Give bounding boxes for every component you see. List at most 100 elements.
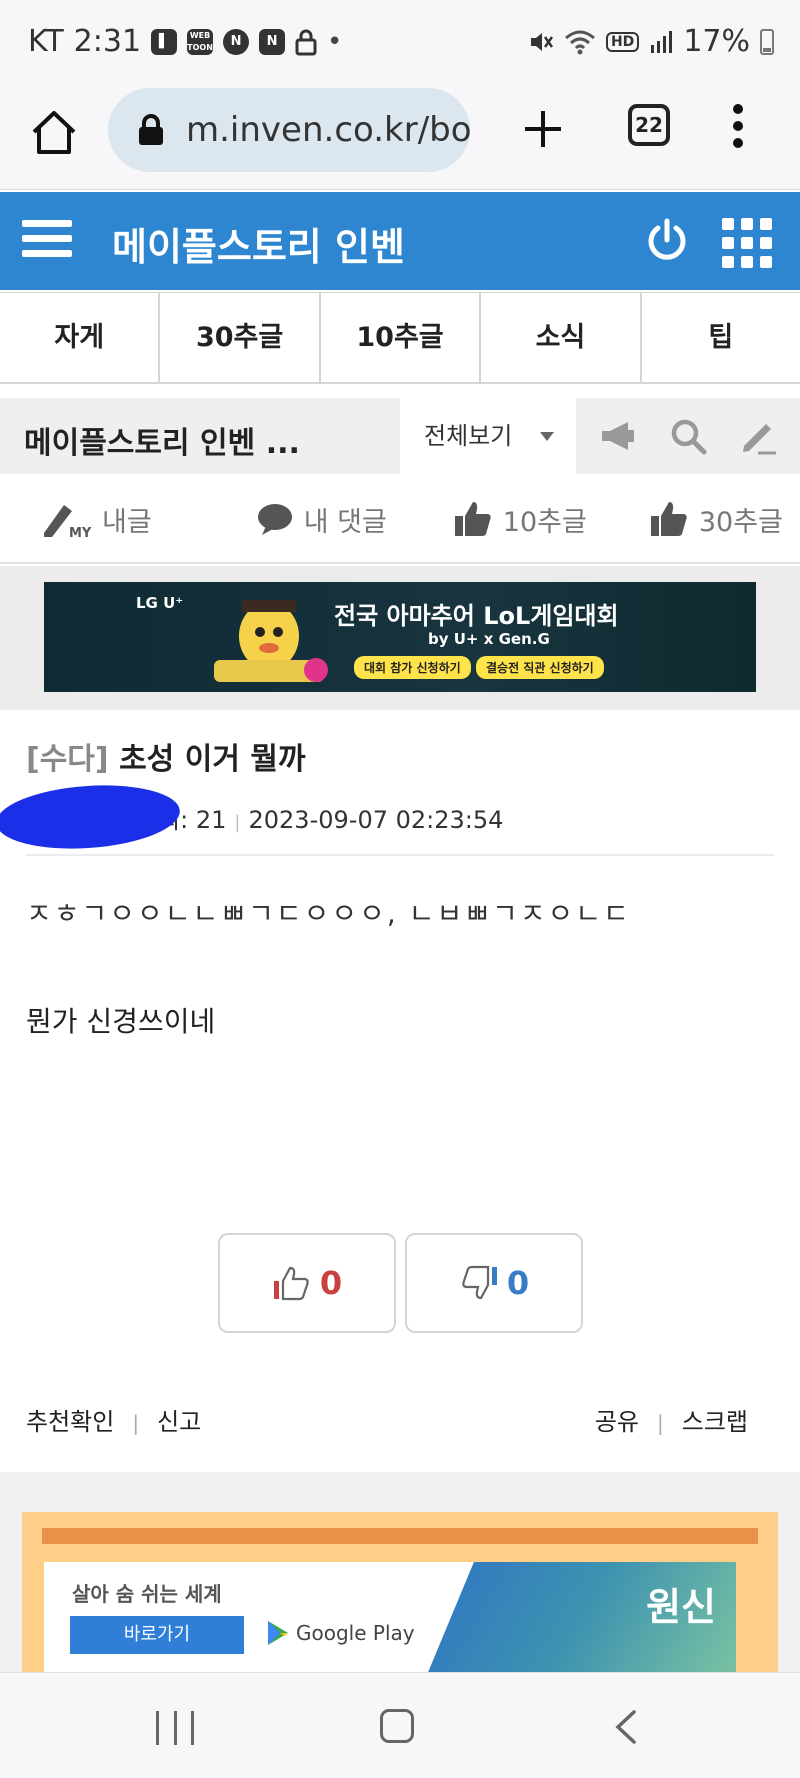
back-icon[interactable]	[610, 1709, 640, 1745]
ad-stripe	[42, 1528, 758, 1544]
view-filter-label: 전체보기	[424, 422, 513, 450]
megaphone-icon[interactable]	[598, 416, 638, 456]
site-header: 메이플스토리 인벤	[0, 192, 800, 290]
svg-text:MY: MY	[69, 526, 92, 539]
clock: 2:31	[73, 24, 142, 59]
tab-free-board[interactable]: 자게	[0, 293, 161, 382]
comment-icon	[257, 504, 292, 535]
tab-10-recommended[interactable]: 10추글	[321, 293, 482, 382]
thumb-up-outline-icon	[273, 1266, 309, 1301]
tab-news[interactable]: 소식	[481, 293, 642, 382]
write-pencil-icon[interactable]	[738, 416, 778, 456]
my-30-recommended-link[interactable]: 30추글	[649, 500, 783, 539]
board-title[interactable]: 메이플스토리 인벤 ...	[24, 418, 300, 462]
naver-icon: N	[223, 28, 250, 55]
tab-switcher-button[interactable]: 22	[628, 104, 670, 146]
google-play-icon	[268, 1621, 288, 1645]
twitch-icon: ▌	[151, 28, 178, 55]
naver-icon: N	[259, 28, 286, 55]
store-label: Google Play	[296, 1621, 415, 1645]
site-title[interactable]: 메이플스토리 인벤	[112, 216, 405, 271]
thumb-up-icon	[454, 502, 491, 536]
ad-strip: LG U⁺ 전국 아마추어 LoL게임대회 by U+ x Gen.G 대회 참…	[0, 566, 800, 710]
game-title: 원신	[646, 1585, 716, 1629]
status-bar: KT 2:31 ▌ WEB TOON N N • HD 17%	[0, 0, 800, 88]
redaction-scribble	[0, 779, 182, 855]
wifi-icon	[564, 30, 595, 54]
mute-icon	[530, 32, 553, 51]
bottom-ad-area: 살아 숨 쉬는 세계 바로가기 Google Play 원신	[0, 1472, 800, 1682]
home-icon[interactable]	[28, 106, 80, 158]
url-text: m.inven.co.kr/bo	[186, 110, 470, 150]
board-icons	[598, 416, 778, 456]
go-button[interactable]: 바로가기	[70, 1616, 244, 1654]
downvote-count: 0	[506, 1264, 530, 1302]
ad-apply-button[interactable]: 대회 참가 신청하기	[354, 656, 471, 679]
my-10-recommended-link[interactable]: 10추글	[453, 500, 587, 539]
webtoon-icon: WEB TOON	[187, 28, 214, 55]
pencil-my-icon: MY	[44, 505, 92, 539]
thumb-down-outline-icon	[462, 1265, 497, 1300]
google-play-badge[interactable]: Google Play	[266, 1620, 415, 1646]
link-separator: |	[657, 1411, 664, 1435]
link-separator: |	[132, 1411, 140, 1435]
game-ad-artwork: 원신	[424, 1562, 736, 1682]
meta-separator: |	[234, 812, 241, 833]
post-header: [수다] 초성 이거 뭘까 조회: 21 | 2023-09-07 02:23:54	[0, 710, 800, 855]
more-vert-icon[interactable]	[728, 102, 748, 150]
home-button-icon[interactable]	[380, 1709, 414, 1743]
ad-headline: 전국 아마추어 LoL게임대회	[334, 602, 619, 630]
browser-toolbar: m.inven.co.kr/bo 22	[0, 88, 800, 190]
view-filter-select[interactable]: 전체보기	[400, 398, 576, 474]
signal-icon	[651, 30, 673, 53]
recent-apps-icon[interactable]	[156, 1711, 194, 1745]
battery-icon	[760, 28, 774, 55]
board-bar: 메이플스토리 인벤 ... 전체보기	[0, 398, 800, 474]
chevron-down-icon	[540, 432, 554, 441]
my-activity-bar: MY 내글 내 댓글 10추글 30추글	[0, 476, 800, 564]
mascot-illustration	[214, 600, 328, 682]
post-body-line: ㅈㅎㄱㅇㅇㄴㄴㅃㄱㄷㅇㅇㅇ, ㄴㅂㅃㄱㅈㅇㄴㄷ	[26, 897, 631, 930]
my-comments-link[interactable]: 내 댓글	[256, 500, 387, 539]
status-right: HD 17%	[528, 24, 774, 59]
apps-grid-icon[interactable]	[722, 218, 772, 268]
recommend-check-link[interactable]: 추천확인	[26, 1408, 114, 1436]
post-category: [수다]	[26, 742, 109, 777]
upvote-button[interactable]: 0	[218, 1233, 396, 1333]
game-ad-banner[interactable]: 살아 숨 쉬는 세계 바로가기 Google Play 원신	[22, 1512, 778, 1682]
share-link[interactable]: 공유	[595, 1408, 639, 1436]
hamburger-menu-icon[interactable]	[22, 220, 72, 262]
report-link[interactable]: 신고	[157, 1408, 201, 1436]
tab-30-recommended[interactable]: 30추글	[160, 293, 321, 382]
post-body-line: 뭔가 신경쓰이네	[26, 1005, 216, 1038]
my-posts-link[interactable]: MY 내글	[42, 499, 152, 539]
category-tabs: 자게 30추글 10추글 소식 팁	[0, 292, 800, 384]
post-date: 2023-09-07 02:23:54	[248, 806, 504, 834]
post-meta: 조회: 21 | 2023-09-07 02:23:54	[0, 779, 774, 855]
post-title-text: 초성 이거 뭘까	[119, 742, 306, 777]
battery-percent: 17%	[683, 24, 750, 59]
upvote-count: 0	[319, 1264, 343, 1302]
address-bar[interactable]: m.inven.co.kr/bo	[108, 88, 470, 172]
status-left: KT 2:31 ▌ WEB TOON N N •	[28, 24, 342, 59]
ad-final-button[interactable]: 결승전 직관 신청하기	[476, 656, 604, 679]
notification-dot-icon: •	[327, 26, 343, 57]
carrier-label: KT	[28, 24, 64, 59]
lock-icon	[295, 29, 317, 55]
ad-tagline: 살아 숨 쉬는 세계	[72, 1582, 222, 1606]
post-divider	[26, 854, 774, 856]
thumb-up-icon	[650, 502, 687, 536]
new-tab-plus-icon[interactable]	[520, 106, 566, 152]
power-icon[interactable]	[644, 218, 690, 264]
lock-icon	[139, 114, 163, 145]
hd-icon: HD	[605, 31, 640, 52]
ad-subline: by U+ x Gen.G	[428, 630, 550, 648]
search-icon[interactable]	[668, 416, 708, 456]
downvote-button[interactable]: 0	[405, 1233, 583, 1333]
post-body: ㅈㅎㄱㅇㅇㄴㄴㅃㄱㄷㅇㅇㅇ, ㄴㅂㅃㄱㅈㅇㄴㄷ 뭔가 신경쓰이네	[26, 888, 774, 1048]
ad-banner[interactable]: LG U⁺ 전국 아마추어 LoL게임대회 by U+ x Gen.G 대회 참…	[44, 582, 756, 692]
ad-logo: LG U⁺	[136, 594, 184, 612]
system-nav-bar	[0, 1672, 800, 1778]
scrap-link[interactable]: 스크랩	[682, 1408, 748, 1436]
tab-tips[interactable]: 팁	[642, 293, 800, 382]
